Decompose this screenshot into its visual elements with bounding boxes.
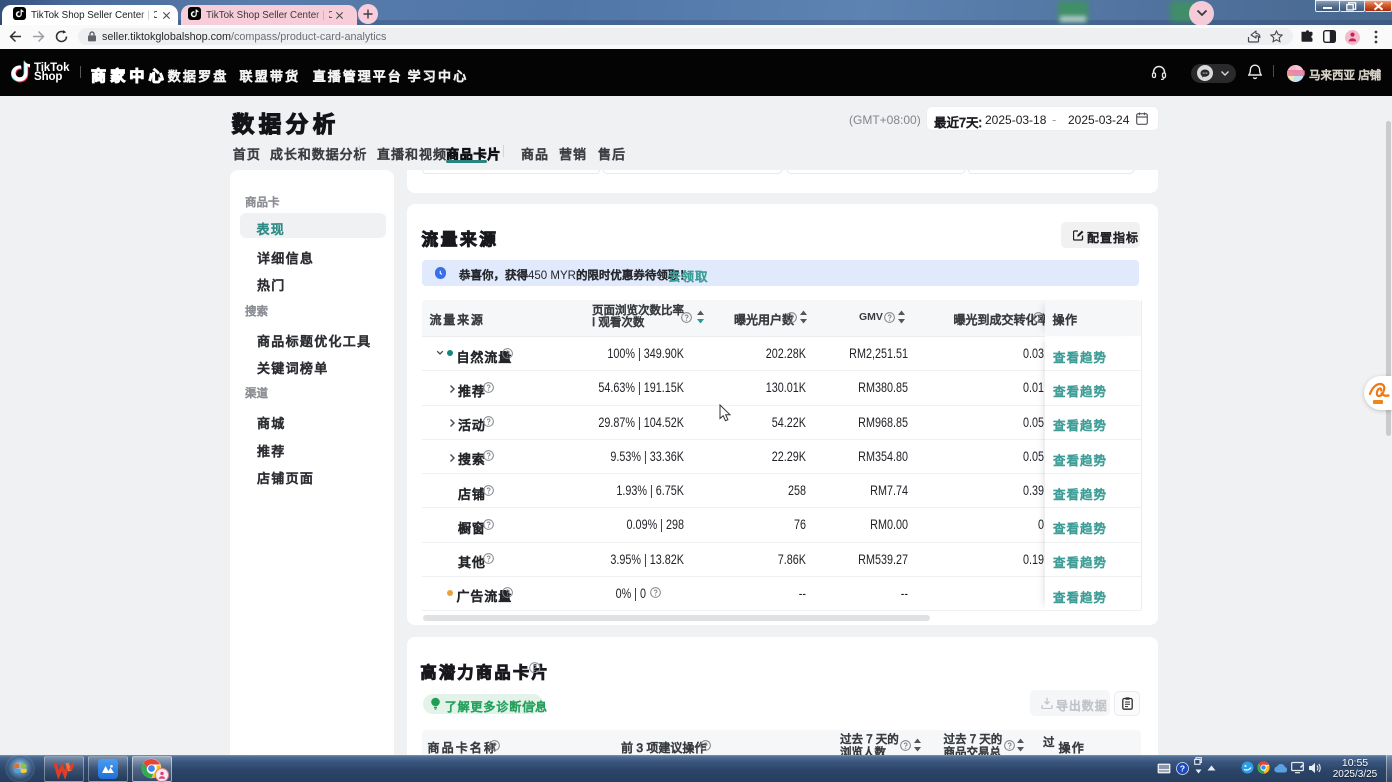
svg-text:?: ? (1180, 763, 1185, 773)
